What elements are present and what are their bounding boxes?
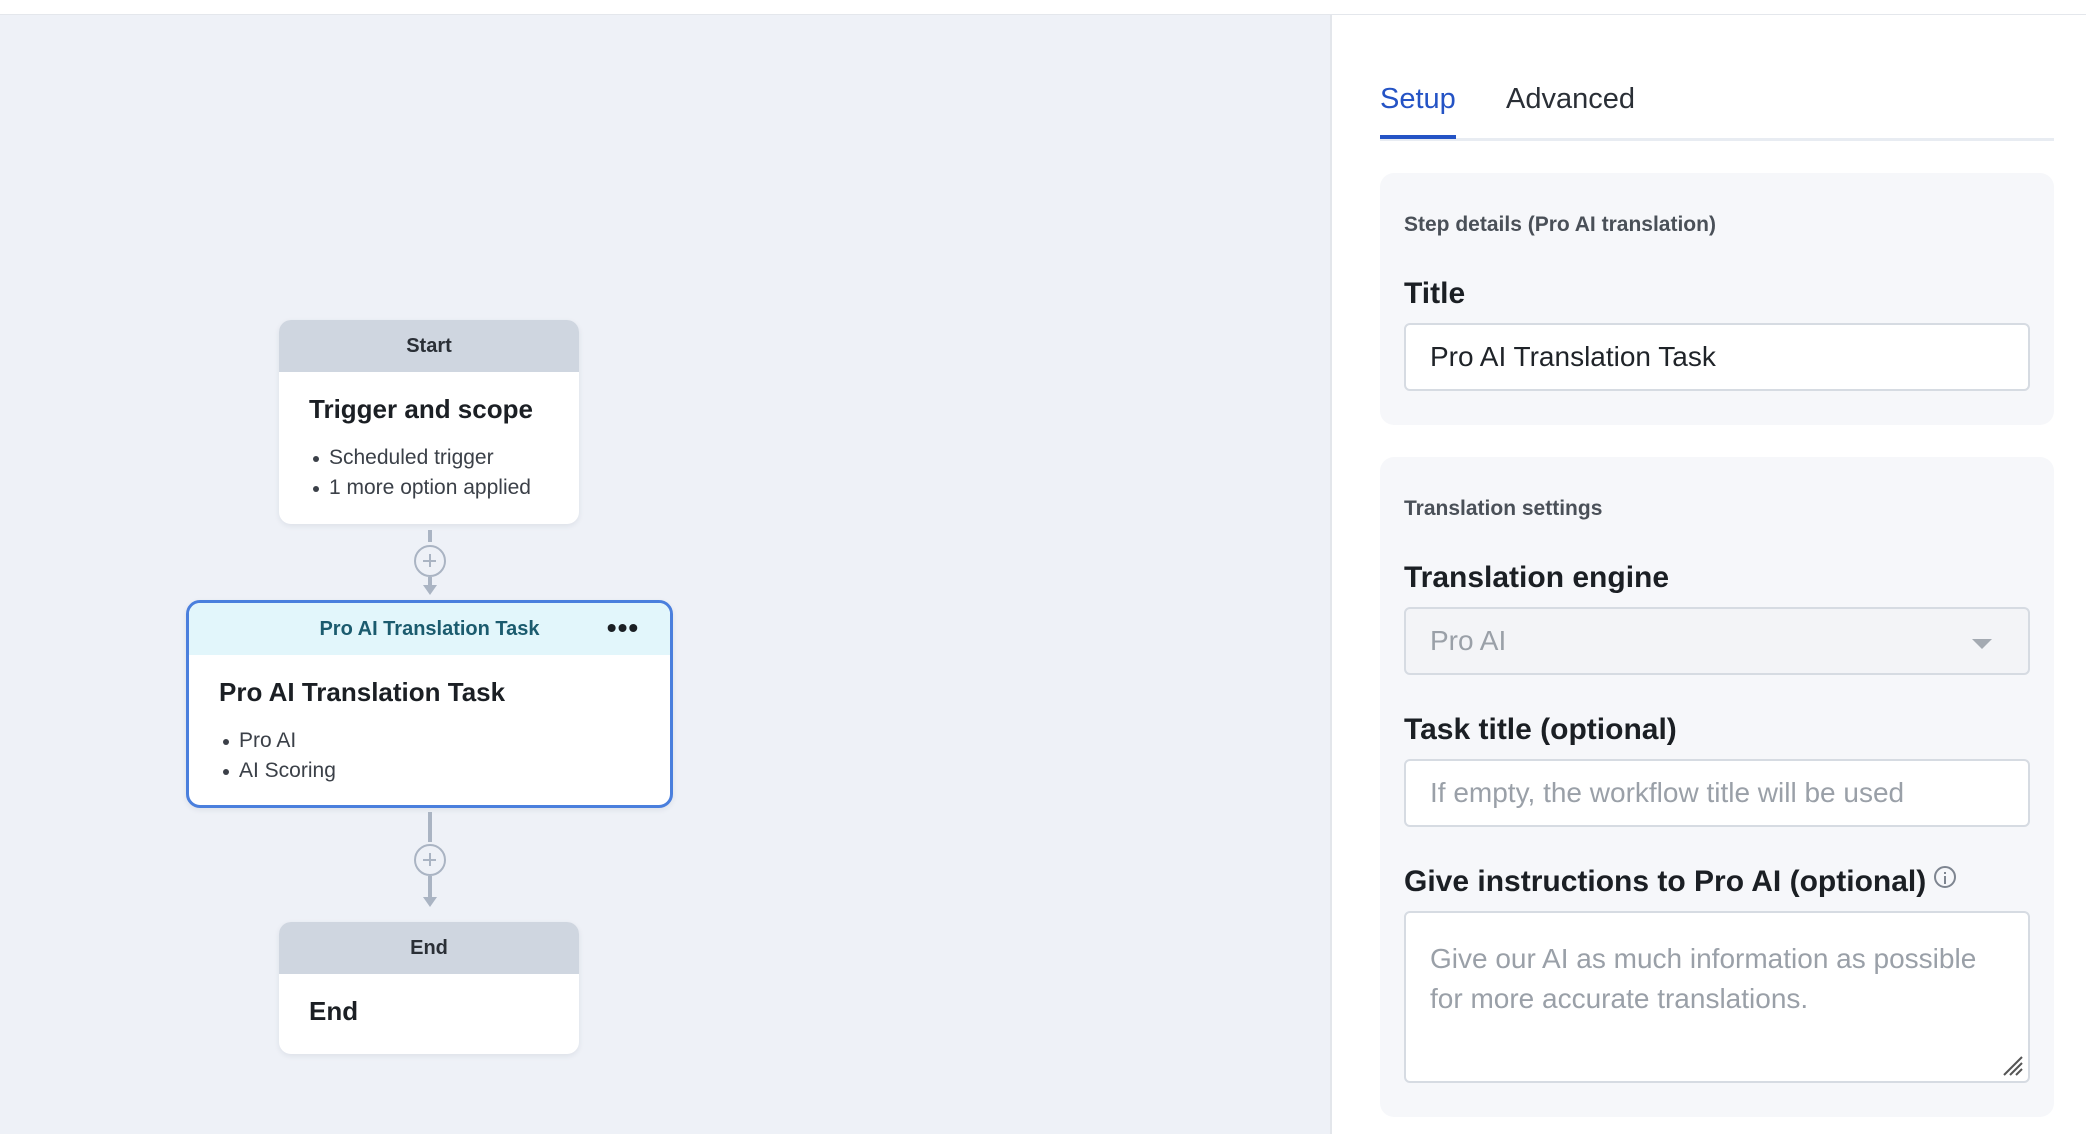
connector-line	[428, 812, 432, 842]
translation-engine-label: Translation engine	[1404, 561, 1670, 594]
task-title-label: Task title (optional)	[1404, 713, 1677, 746]
list-item: 1 more option applied	[309, 473, 549, 503]
list-item: Pro AI	[219, 726, 640, 756]
translation-engine-value: Pro AI	[1430, 625, 1507, 656]
chevron-down-icon	[1972, 639, 1992, 649]
task-node-options: Pro AI AI Scoring	[219, 726, 640, 786]
step-settings-panel: Setup Advanced Step details (Pro AI tran…	[1332, 15, 2086, 1134]
connector-line	[428, 876, 432, 898]
instructions-label-text: Give instructions to Pro AI (optional)	[1404, 865, 1927, 898]
instructions-label: Give instructions to Pro AI (optional)	[1404, 865, 1957, 899]
translation-engine-select[interactable]: Pro AI	[1404, 607, 2030, 675]
translation-task-node[interactable]: Pro AI Translation Task ••• Pro AI Trans…	[186, 600, 673, 808]
start-node-header: Start	[279, 320, 579, 372]
tab-advanced[interactable]: Advanced	[1506, 83, 1635, 116]
panel-tabs: Setup Advanced	[1380, 63, 2054, 141]
end-node-title: End	[309, 996, 359, 1026]
connector-line	[428, 577, 432, 585]
workflow-canvas[interactable]: Start Trigger and scope Scheduled trigge…	[0, 15, 1330, 1134]
add-step-button[interactable]	[414, 844, 446, 876]
list-item: AI Scoring	[219, 756, 640, 786]
top-bar	[0, 0, 2086, 15]
tab-setup[interactable]: Setup	[1380, 83, 1456, 139]
instructions-textarea[interactable]: Give our AI as much information as possi…	[1404, 911, 2030, 1083]
start-node-options: Scheduled trigger 1 more option applied	[309, 443, 549, 503]
step-details-heading: Step details (Pro AI translation)	[1404, 213, 1716, 236]
end-node-header: End	[279, 922, 579, 974]
arrow-down-icon	[423, 585, 437, 595]
add-step-button[interactable]	[414, 545, 446, 577]
start-node-title: Trigger and scope	[309, 394, 533, 424]
list-item: Scheduled trigger	[309, 443, 549, 473]
info-icon[interactable]	[1934, 866, 1957, 888]
title-label: Title	[1404, 277, 1466, 310]
title-input[interactable]: Pro AI Translation Task	[1404, 323, 2030, 391]
instructions-placeholder: Give our AI as much information as possi…	[1430, 943, 1977, 1014]
task-title-input[interactable]: If empty, the workflow title will be use…	[1404, 759, 2030, 827]
end-node[interactable]: End End	[279, 922, 579, 1054]
arrow-down-icon	[423, 897, 437, 907]
step-details-card: Step details (Pro AI translation) Title …	[1380, 173, 2054, 425]
task-node-header: Pro AI Translation Task •••	[189, 603, 670, 655]
task-node-title: Pro AI Translation Task	[219, 677, 506, 707]
task-node-header-label: Pro AI Translation Task	[319, 617, 540, 640]
resize-handle-icon[interactable]	[2000, 1053, 2024, 1077]
translation-settings-card: Translation settings Translation engine …	[1380, 457, 2054, 1117]
connector-line	[428, 530, 432, 542]
more-options-icon[interactable]: •••	[606, 612, 640, 643]
start-node[interactable]: Start Trigger and scope Scheduled trigge…	[279, 320, 579, 524]
translation-settings-heading: Translation settings	[1404, 497, 1603, 520]
